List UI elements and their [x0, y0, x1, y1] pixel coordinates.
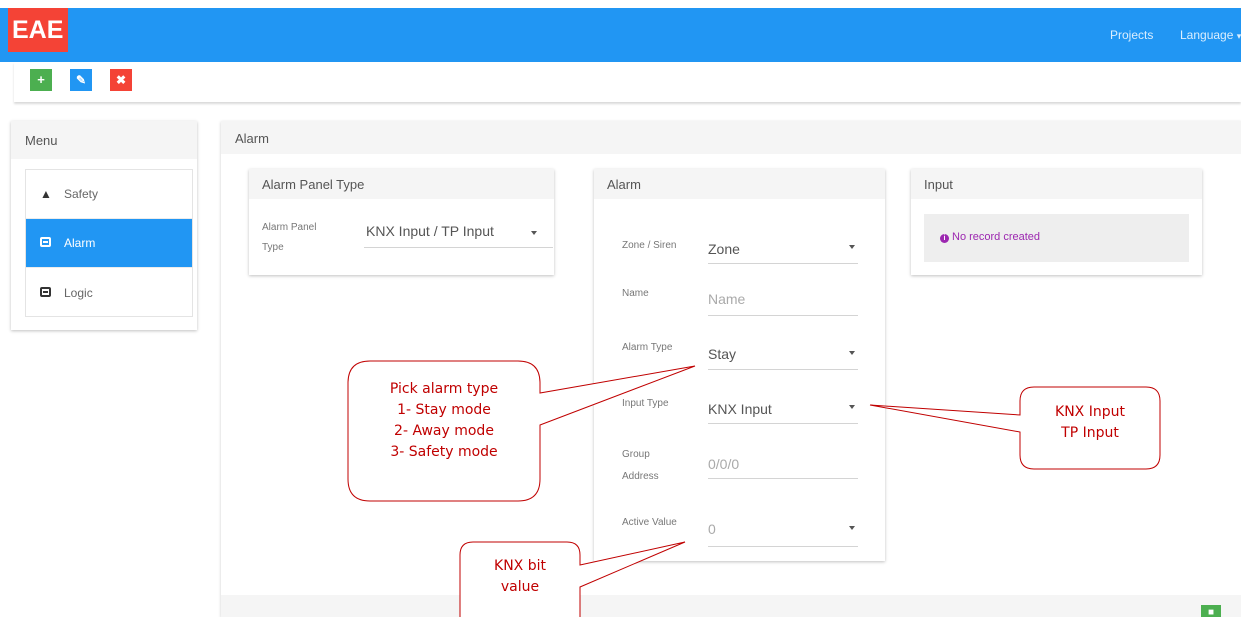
active-value-select[interactable]: 0 [708, 521, 716, 537]
card-title: Alarm [594, 169, 885, 199]
input-type-label: Input Type [622, 398, 669, 409]
empty-state-message: No record created [952, 231, 1041, 243]
group-address-underline [708, 478, 858, 479]
nav-language-dropdown[interactable]: Language ▾ [1180, 28, 1241, 42]
chevron-down-icon [531, 231, 537, 235]
name-label: Name [622, 288, 649, 299]
brand-logo[interactable]: EAE [8, 8, 68, 52]
menu-item-label: Safety [64, 187, 99, 201]
info-icon: i [940, 234, 949, 243]
menu-item-safety[interactable]: ▲ Safety [26, 170, 192, 219]
menu-item-alarm[interactable]: Alarm [26, 219, 192, 268]
active-value-label: Active Value [622, 517, 677, 528]
edit-button[interactable]: ✎ [70, 69, 92, 91]
zone-siren-select[interactable]: Zone [708, 241, 740, 257]
active-value-underline [708, 546, 858, 547]
panel-icon [40, 286, 52, 299]
delete-button[interactable]: ✖ [110, 69, 132, 91]
alarm-panel-type-select[interactable]: KNX Input / TP Input [366, 223, 494, 239]
card-title: Alarm Panel Type [249, 169, 554, 199]
chevron-down-icon [849, 405, 855, 409]
group-address-label-line2: Address [622, 471, 659, 482]
chevron-down-icon [849, 351, 855, 355]
close-icon: ✖ [115, 73, 127, 87]
panel-footer [221, 595, 1241, 617]
save-button[interactable]: ■ [1201, 605, 1221, 617]
alarm-main-panel: Alarm Alarm Panel Type Alarm Panel Type … [221, 121, 1241, 617]
empty-state-text: i No record created [940, 231, 1040, 243]
plus-icon: + [37, 72, 45, 87]
input-card: Input i No record created [911, 169, 1202, 275]
warning-icon: ▲ [40, 187, 52, 201]
app-root: EAE Projects Language ▾ + ✎ ✖ Menu ▲ Saf… [0, 0, 1241, 617]
zone-siren-label: Zone / Siren [622, 240, 677, 251]
page-title: Alarm [221, 121, 1241, 154]
chevron-down-icon: ▾ [1236, 31, 1241, 41]
zone-siren-underline [708, 263, 858, 264]
brand-logo-text: EAE [12, 16, 64, 44]
save-icon: ■ [1207, 607, 1215, 617]
nav-projects-link[interactable]: Projects [1110, 28, 1153, 42]
alarm-type-label: Alarm Type [622, 342, 673, 353]
menu-item-label: Alarm [64, 236, 96, 250]
active-value-annotation: KNX bit value [494, 558, 546, 595]
alarm-panel-type-label: Alarm Panel Type [262, 220, 316, 256]
add-button[interactable]: + [30, 69, 52, 91]
top-navbar: EAE Projects Language ▾ [0, 8, 1241, 62]
alarm-form-card: Alarm Zone / Siren Zone Name Name Alarm … [594, 169, 885, 561]
menu-list: ▲ Safety Alarm Logic [25, 169, 193, 317]
chevron-down-icon [849, 526, 855, 530]
alarm-panel-type-underline [364, 247, 553, 248]
alarm-panel-type-card: Alarm Panel Type Alarm Panel Type KNX In… [249, 169, 554, 275]
input-type-select[interactable]: KNX Input [708, 401, 772, 417]
nav-language-label: Language [1180, 28, 1234, 42]
group-address-input[interactable]: 0/0/0 [708, 456, 739, 472]
group-address-label-line1: Group [622, 449, 650, 460]
action-toolbar: + ✎ ✖ [14, 62, 1241, 102]
chevron-down-icon [849, 245, 855, 249]
alarm-panel-type-label-line2: Type [262, 242, 284, 253]
panel-icon [40, 237, 52, 249]
alarm-type-select[interactable]: Stay [708, 346, 736, 362]
name-underline [708, 315, 858, 316]
name-input[interactable]: Name [708, 291, 745, 307]
menu-panel: Menu ▲ Safety Alarm Logic [11, 121, 197, 330]
alarm-panel-type-label-line1: Alarm Panel [262, 222, 317, 233]
menu-title: Menu [11, 121, 197, 159]
alarm-type-annotation: Pick alarm type 1- Stay mode 2- Away mod… [389, 381, 499, 460]
input-type-underline [708, 423, 858, 424]
menu-item-logic[interactable]: Logic [26, 268, 192, 317]
pencil-icon: ✎ [75, 73, 87, 87]
input-type-annotation: KNX Input TP Input [1055, 404, 1125, 441]
empty-state: i No record created [924, 214, 1189, 262]
group-address-label: Group Address [622, 447, 659, 485]
alarm-type-underline [708, 369, 858, 370]
menu-item-label: Logic [64, 285, 93, 300]
card-title: Input [911, 169, 1202, 199]
